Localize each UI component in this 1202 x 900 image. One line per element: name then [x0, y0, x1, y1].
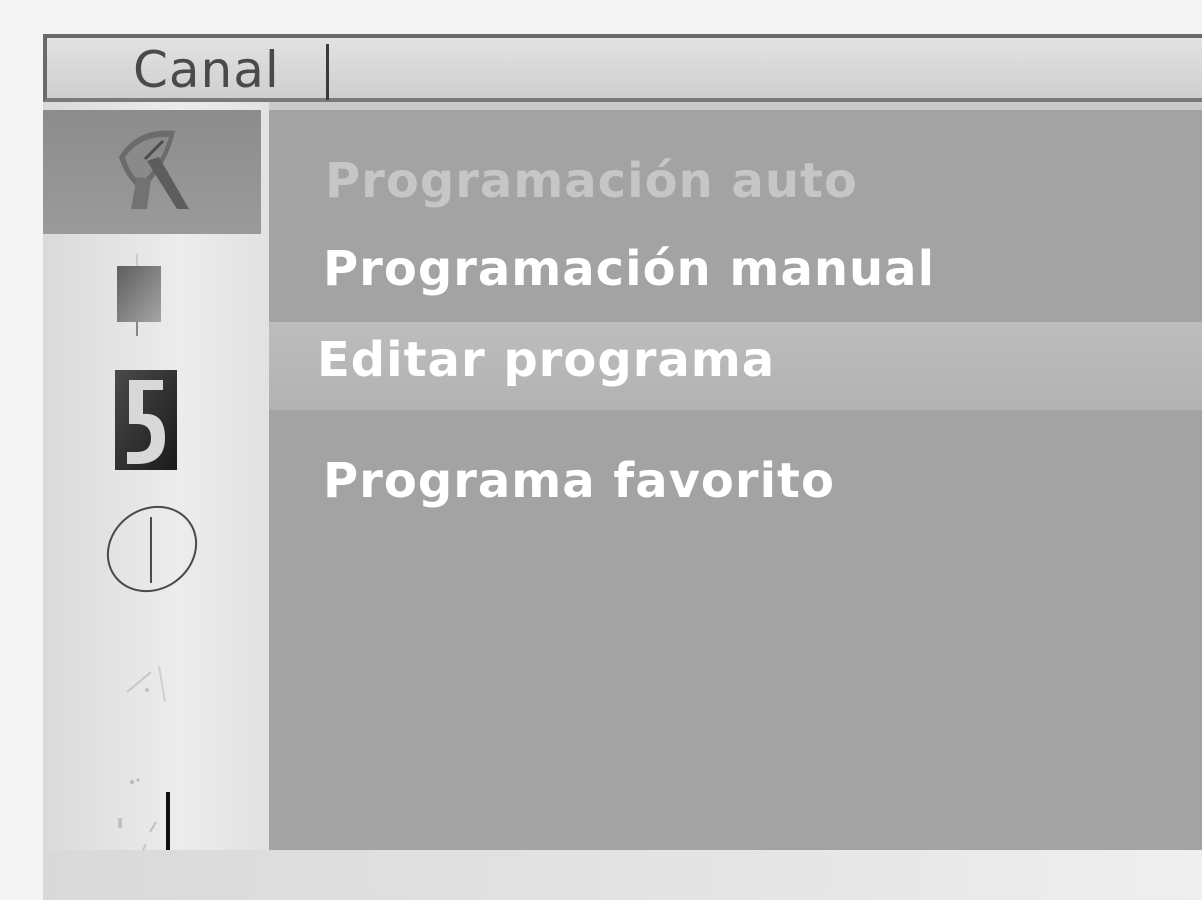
sidebar-item-channel[interactable]	[43, 110, 261, 234]
option-icon	[126, 665, 166, 703]
menu-item-label: Programa favorito	[323, 453, 835, 509]
menu-item-programacion-auto[interactable]: Programación auto	[269, 145, 1202, 217]
menu-item-editar-programa[interactable]: Editar programa	[269, 322, 1202, 410]
sidebar-item-time[interactable]	[43, 494, 261, 604]
menu-item-label: Programación auto	[325, 153, 858, 209]
tv-screen: Canal Programación auto Programación man…	[0, 0, 1202, 900]
category-sidebar	[43, 102, 269, 862]
sidebar-item-sound[interactable]	[43, 752, 261, 862]
menu-item-programacion-manual[interactable]: Programación manual	[269, 233, 1202, 305]
menu-item-label: Editar programa	[317, 332, 776, 388]
title-divider	[326, 44, 329, 100]
time-icon	[106, 505, 198, 593]
sidebar-item-option[interactable]	[43, 642, 261, 732]
footer-bar	[43, 850, 1202, 900]
menu-title: Canal	[133, 41, 280, 99]
title-bar: Canal	[43, 34, 1202, 102]
satellite-dish-icon	[119, 130, 189, 209]
sound-icon	[118, 778, 170, 853]
submenu-panel: Programación auto Programación manual Ed…	[269, 110, 1202, 850]
osd-menu: Canal Programación auto Programación man…	[43, 34, 1202, 900]
lock-icon	[115, 370, 177, 470]
menu-item-label: Programación manual	[323, 241, 936, 297]
sidebar-item-picture[interactable]	[43, 252, 261, 342]
sidebar-item-lock[interactable]	[43, 364, 261, 478]
picture-icon	[117, 254, 161, 336]
menu-item-programa-favorito[interactable]: Programa favorito	[269, 445, 1202, 517]
